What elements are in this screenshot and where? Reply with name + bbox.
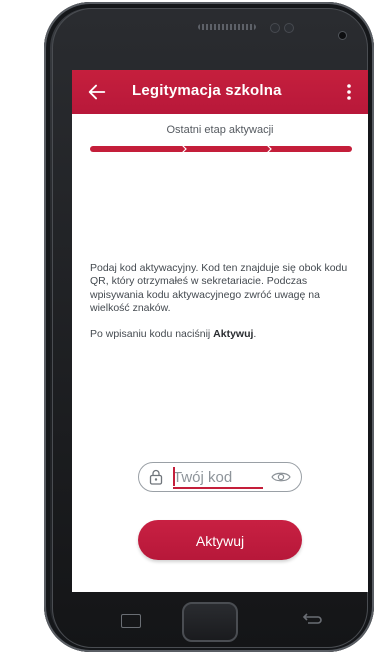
code-input-wrapper[interactable] [138, 462, 302, 492]
back-arrow-icon[interactable] [300, 612, 324, 628]
hint-prefix: Po wpisaniu kodu naciśnij [90, 327, 214, 340]
activation-code-field[interactable] [173, 467, 265, 487]
light-sensor [284, 23, 294, 33]
earpiece-speaker [198, 24, 256, 30]
instructions-hint: Po wpisaniu kodu naciśnij Aktywuj. [90, 328, 360, 341]
stage: Legitymacja szkolna Ostatni etap aktywac… [0, 0, 384, 658]
progress-track [90, 146, 352, 152]
front-camera [338, 31, 347, 40]
arrow-left-icon[interactable] [86, 81, 108, 103]
activate-button[interactable]: Aktywuj [138, 520, 302, 560]
recents-square-icon[interactable] [121, 614, 141, 628]
hint-bold: Aktywuj [213, 327, 254, 340]
lock-icon [149, 469, 163, 485]
instructions: Podaj kod aktywacyjny. Kod ten znajduje … [90, 262, 360, 353]
hint-suffix: . [253, 327, 257, 340]
phone-screen: Legitymacja szkolna Ostatni etap aktywac… [72, 70, 368, 592]
activation-progress-bar [90, 144, 352, 154]
step-label: Ostatni etap aktywacji [166, 124, 274, 136]
app-title: Legitymacja szkolna [132, 82, 282, 99]
more-vertical-icon[interactable] [340, 82, 358, 102]
instructions-text: Podaj kod aktywacyjny. Kod ten znajduje … [90, 262, 348, 315]
text-caret [173, 467, 175, 486]
field-underline [173, 487, 263, 489]
eye-icon[interactable] [271, 470, 291, 484]
home-button[interactable] [182, 602, 238, 642]
proximity-sensor [270, 23, 280, 33]
app-bar: Legitymacja szkolna [72, 70, 368, 114]
